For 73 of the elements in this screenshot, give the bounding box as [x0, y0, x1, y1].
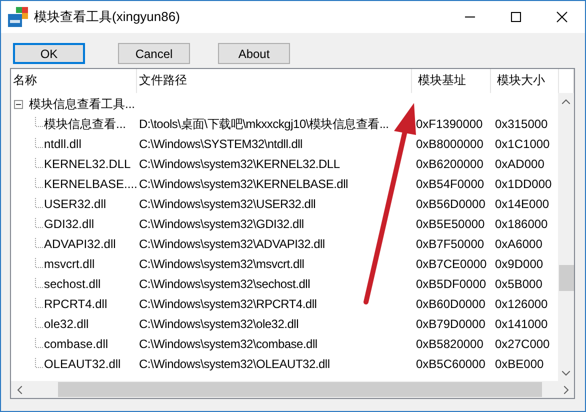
table-cell-text: C:\Windows\system32\OLEAUT32.dll	[138, 357, 331, 371]
table-cell-text: 0x1C1000	[494, 137, 551, 151]
scroll-thumb[interactable]	[558, 265, 574, 291]
module-name[interactable]: 模块信息查看...	[44, 116, 126, 132]
table-cell-text: 0x27C000	[494, 337, 551, 351]
table-cell-text: C:\Windows\system32\USER32.dll	[138, 197, 317, 211]
column-header[interactable]: 名称	[11, 69, 137, 93]
table-cell-text: 0x1DD000	[494, 177, 553, 191]
table-cell-text: 0xF1390000	[415, 117, 484, 131]
table-cell-text: 0xB5C60000	[415, 357, 486, 371]
column-header[interactable]: 模块大小	[491, 69, 559, 93]
table-cell-text: C:\Windows\system32\ole32.dll	[138, 317, 300, 331]
app-logo-icon	[8, 7, 28, 27]
table-cell-text: 0xB8000000	[415, 137, 484, 151]
column-header[interactable]: 模块基址	[412, 69, 491, 93]
module-name[interactable]: USER32.dll	[44, 197, 106, 211]
window-title: 模块查看工具(xingyun86)	[34, 8, 181, 26]
scroll-thumb[interactable]	[58, 382, 542, 397]
table-cell-text: 0xA6000	[494, 237, 544, 251]
table-cell-text: 0xB60D0000	[415, 297, 486, 311]
collapse-icon[interactable]	[14, 100, 23, 108]
scroll-up-icon[interactable]	[562, 98, 570, 104]
module-name[interactable]: GDI32.dll	[44, 217, 94, 231]
scroll-down-icon[interactable]	[562, 370, 570, 376]
close-icon	[556, 11, 568, 23]
table-cell-text: 0x315000	[494, 117, 549, 131]
table-cell-text: 0xB54F0000	[415, 177, 486, 191]
table-cell-text: C:\Windows\system32\KERNEL32.DLL	[138, 157, 341, 171]
table-cell-text: 0x14E000	[494, 197, 550, 211]
table-cell-text: 0xB79D0000	[415, 317, 486, 331]
horizontal-scrollbar[interactable]	[11, 381, 574, 398]
table-cell-text: 0xB5DF0000	[415, 277, 488, 291]
table-cell-text: 0x5B000	[494, 277, 544, 291]
table-cell-text: 0xB7CE0000	[415, 257, 488, 271]
table-cell-text: C:\Windows\system32\GDI32.dll	[138, 217, 305, 231]
module-name[interactable]: KERNEL32.DLL	[44, 157, 131, 171]
table-cell-text: 0x141000	[494, 317, 549, 331]
table-cell-text: C:\Windows\SYSTEM32\ntdll.dll	[138, 137, 304, 151]
module-name[interactable]: combase.dll	[44, 337, 108, 351]
table-cell-text: C:\Windows\system32\msvcrt.dll	[138, 257, 306, 271]
tree-item[interactable]: 模块信息查看工具...	[29, 96, 136, 112]
table-cell-text: 0xB6200000	[415, 157, 484, 171]
table-cell-text: 0xB56D0000	[415, 197, 486, 211]
dialog-button[interactable]: OK	[13, 43, 85, 64]
table-cell-text: 0x9D000	[494, 257, 544, 271]
table-cell-text: 0x186000	[494, 217, 549, 231]
module-name[interactable]: msvcrt.dll	[44, 257, 95, 271]
table-cell-text: 0xB7F50000	[415, 237, 486, 251]
maximize-icon	[510, 11, 522, 23]
module-name[interactable]: RPCRT4.dll	[44, 297, 108, 311]
scroll-right-icon[interactable]	[564, 386, 568, 394]
column-header[interactable]: 文件路径	[137, 69, 412, 93]
module-name[interactable]: ADVAPI32.dll	[44, 237, 116, 251]
table-cell-text: C:\Windows\system32\RPCRT4.dll	[138, 297, 318, 311]
module-name[interactable]: ole32.dll	[44, 317, 89, 331]
vertical-scrollbar[interactable]	[558, 93, 574, 381]
table-cell-text: C:\Windows\system32\KERNELBASE.dll	[138, 177, 349, 191]
table-cell-text: 0xAD000	[494, 157, 546, 171]
dialog-button[interactable]: About	[218, 43, 290, 64]
scroll-left-icon[interactable]	[16, 386, 22, 394]
table-cell-text: 0xB5820000	[415, 337, 484, 351]
dialog-button[interactable]: Cancel	[118, 43, 190, 64]
module-name[interactable]: sechost.dll	[44, 277, 101, 291]
module-name[interactable]: ntdll.dll	[44, 137, 82, 151]
table-cell-text: 0xBE000	[494, 357, 545, 371]
module-name[interactable]: OLEAUT32.dll	[44, 357, 121, 371]
module-name[interactable]: KERNELBASE....	[44, 177, 137, 191]
table-cell-text: C:\Windows\system32\ADVAPI32.dll	[138, 237, 326, 251]
table-cell-text: C:\Windows\system32\combase.dll	[138, 337, 318, 351]
table-cell-text: 0xB5E50000	[415, 217, 486, 231]
table-cell-text: C:\Windows\system32\sechost.dll	[138, 277, 311, 291]
table-cell-text: 0x126000	[494, 297, 549, 311]
table-cell-text: D:\tools\桌面\下载吧\mkxxckgj10\模块信息查看...	[138, 116, 390, 132]
